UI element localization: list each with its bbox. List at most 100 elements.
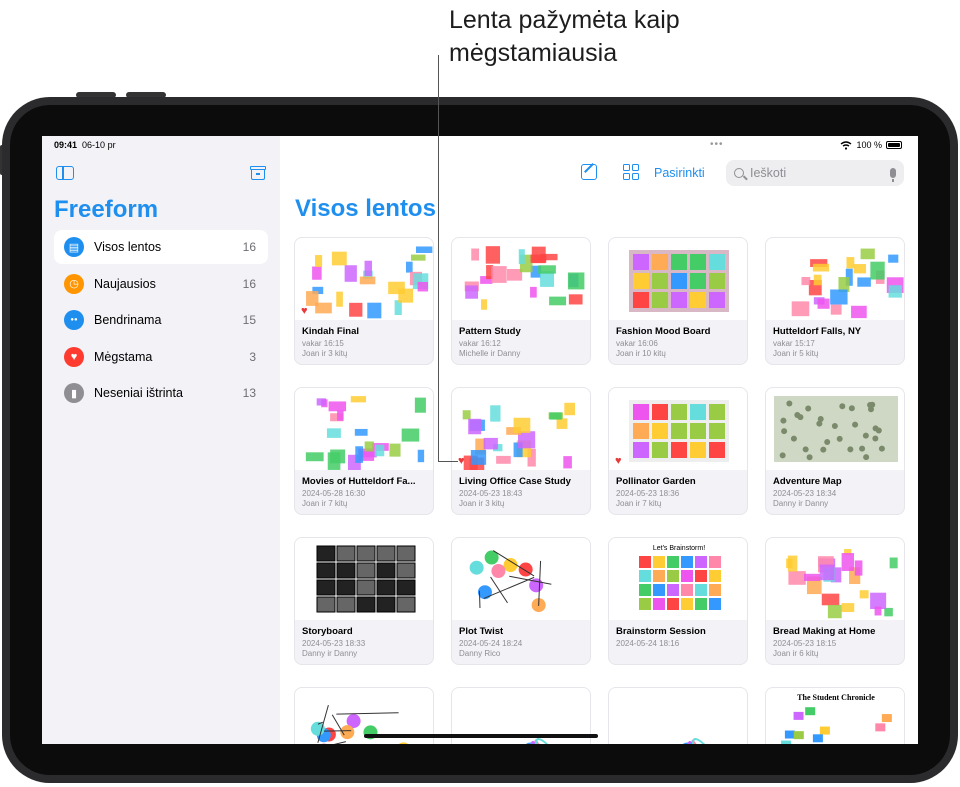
sidebar-item-count: 16 — [242, 276, 256, 291]
board-name: Pattern Study — [459, 326, 521, 337]
board-date: vakar 16:12 — [459, 339, 501, 348]
board-date: 2024-05-23 18:43 — [459, 489, 523, 498]
board-thumbnail — [295, 388, 433, 470]
board-thumbnail: Let's Brainstorm! — [609, 538, 747, 620]
board-thumbnail — [609, 688, 747, 744]
callout-line — [438, 55, 439, 462]
board-card[interactable]: Movies of Hutteldorf Fa... 2024-05-28 16:… — [294, 387, 434, 515]
status-right: 100 % — [840, 140, 902, 150]
sidebar-item-label: Mėgstama — [94, 349, 153, 364]
sidebar-item-count: 16 — [242, 240, 256, 254]
board-thumbnail-art — [469, 550, 552, 613]
board-card[interactable]: Adventure Map 2024-05-23 18:34 Danny ir Da… — [765, 387, 905, 515]
sidebar-item-count: 13 — [242, 386, 256, 400]
board-date: 2024-05-24 18:16 — [616, 639, 680, 648]
battery-icon — [886, 141, 902, 149]
sidebar-item-label: Visos lentos — [94, 240, 162, 254]
board-thumbnail: The Student Chronicle — [766, 688, 904, 744]
search-placeholder: Ieškoti — [750, 166, 787, 180]
grid-view-icon[interactable] — [623, 164, 639, 180]
board-thumbnail-art: The Student Chronicle — [781, 693, 892, 744]
board-thumbnail-art — [462, 402, 576, 470]
board-card[interactable]: Fashion Mood Board vakar 16:06 Joan ir 10 … — [608, 237, 748, 365]
sidebar-item-label: Bendrinama — [94, 313, 162, 327]
sidebar-item-count: 3 — [249, 349, 256, 364]
home-indicator — [364, 734, 598, 738]
board-card[interactable]: Storyboard 2024-05-23 18:33 Danny ir Danny — [294, 537, 434, 665]
board-card[interactable]: Pattern Study vakar 16:12 Michelle ir Dann… — [451, 237, 591, 365]
board-thumbnail — [766, 538, 904, 620]
board-thumbnail — [452, 538, 590, 620]
select-button[interactable]: Pasirinkti — [654, 166, 705, 180]
board-people: Joan ir 6 kitų — [773, 649, 819, 658]
multitask-dots-icon[interactable]: ••• — [710, 139, 724, 150]
board-thumbnail — [609, 388, 747, 470]
page-title: Visos lentos — [295, 195, 436, 222]
board-card[interactable]: Plot Twist 2024-05-24 18:24 Danny Rico — [451, 537, 591, 665]
board-card[interactable]: ♥ Living Office Case Study 2024-05-23 18:4… — [451, 387, 591, 515]
board-name: Brainstorm Session — [616, 626, 706, 637]
new-board-icon[interactable] — [581, 164, 597, 180]
board-thumbnail-art — [464, 246, 585, 310]
board-thumbnail-art — [774, 396, 898, 462]
board-name: Plot Twist — [459, 626, 504, 637]
board-thumbnail-art — [306, 246, 433, 319]
board-thumbnail — [295, 538, 433, 620]
board-people: Danny Rico — [459, 649, 501, 658]
board-date: 2024-05-23 18:33 — [302, 639, 366, 648]
board-people: Danny ir Danny — [302, 649, 358, 658]
board-date: vakar 15:17 — [773, 339, 815, 348]
board-card[interactable]: The Student Chronicle — [765, 687, 905, 744]
sidebar-item[interactable]: ●● Bendrinama 15 — [54, 303, 268, 337]
callout-line-2: mėgstamiausia — [449, 39, 618, 67]
board-people: Joan ir 7 kitų — [616, 499, 662, 508]
thumb-title-text: The Student Chronicle — [797, 693, 875, 702]
thumb-title-text: Let's Brainstorm! — [653, 545, 705, 552]
status-time: 09:41 06-10 pr — [54, 140, 116, 150]
sidebar-item[interactable]: ◷ Naujausios 16 — [54, 267, 268, 301]
board-date: vakar 16:15 — [302, 339, 344, 348]
board-people: Joan ir 3 kitų — [459, 499, 505, 508]
board-people: Joan ir 5 kitų — [773, 349, 819, 358]
sidebar-item[interactable]: ♥ Mėgstama 3 — [54, 340, 268, 374]
favorite-heart-icon: ♥ — [301, 305, 308, 317]
board-people: Michelle ir Danny — [459, 349, 521, 358]
board-card[interactable]: Hutteldorf Falls, NY vakar 15:17 Joan ir 5… — [765, 237, 905, 365]
board-thumbnail — [766, 238, 904, 320]
board-card[interactable] — [608, 687, 748, 744]
sidebar-item-label: Neseniai ištrinta — [94, 386, 183, 400]
boards-icon: ▤ — [64, 237, 84, 257]
board-thumbnail-art — [682, 738, 706, 744]
search-icon — [734, 168, 744, 178]
board-date: 2024-05-28 16:30 — [302, 489, 366, 498]
board-card[interactable]: ♥ Kindah Final vakar 16:15 Joan ir 3 kitų — [294, 237, 434, 365]
board-card[interactable]: Let's Brainstorm! Brainstorm Session 2024-… — [608, 537, 748, 665]
microphone-icon[interactable] — [890, 168, 896, 182]
board-thumbnail-art — [629, 400, 729, 462]
board-card[interactable]: ♥ Pollinator Garden 2024-05-23 18:36 Joan i… — [608, 387, 748, 515]
board-card[interactable]: Bread Making at Home 2024-05-23 18:15 Joan… — [765, 537, 905, 665]
callout-line — [438, 461, 458, 462]
board-thumbnail-art — [786, 549, 898, 619]
sidebar-item[interactable]: ▮ Neseniai ištrinta 13 — [54, 376, 268, 410]
board-name: Bread Making at Home — [773, 626, 876, 637]
board-thumbnail — [452, 388, 590, 470]
archive-icon[interactable] — [250, 166, 266, 180]
board-people: Joan ir 10 kitų — [616, 349, 666, 358]
heart-icon: ♥ — [64, 346, 84, 367]
sidebar-item-count: 15 — [242, 313, 256, 327]
board-thumbnail-art: Let's Brainstorm! — [639, 545, 721, 610]
board-name: Kindah Final — [302, 326, 359, 337]
sidebar-toggle-icon[interactable] — [56, 166, 74, 180]
screen: 09:41 06-10 pr Freeform ▤ Visos lentos 16 ◷… — [42, 136, 918, 744]
board-date: 2024-05-23 18:36 — [616, 489, 680, 498]
search-input[interactable]: Ieškoti — [726, 160, 904, 186]
board-thumbnail — [766, 388, 904, 470]
sidebar-item[interactable]: ▤ Visos lentos 16 — [54, 230, 268, 264]
callout-annotation: Lenta pažymėta kaip mėgstamiausia — [449, 4, 680, 70]
sidebar-item-label: Naujausios — [94, 276, 156, 291]
trash-icon: ▮ — [64, 383, 84, 403]
board-name: Storyboard — [302, 626, 353, 637]
board-people: Joan ir 7 kitų — [302, 499, 348, 508]
board-date: 2024-05-23 18:34 — [773, 489, 837, 498]
